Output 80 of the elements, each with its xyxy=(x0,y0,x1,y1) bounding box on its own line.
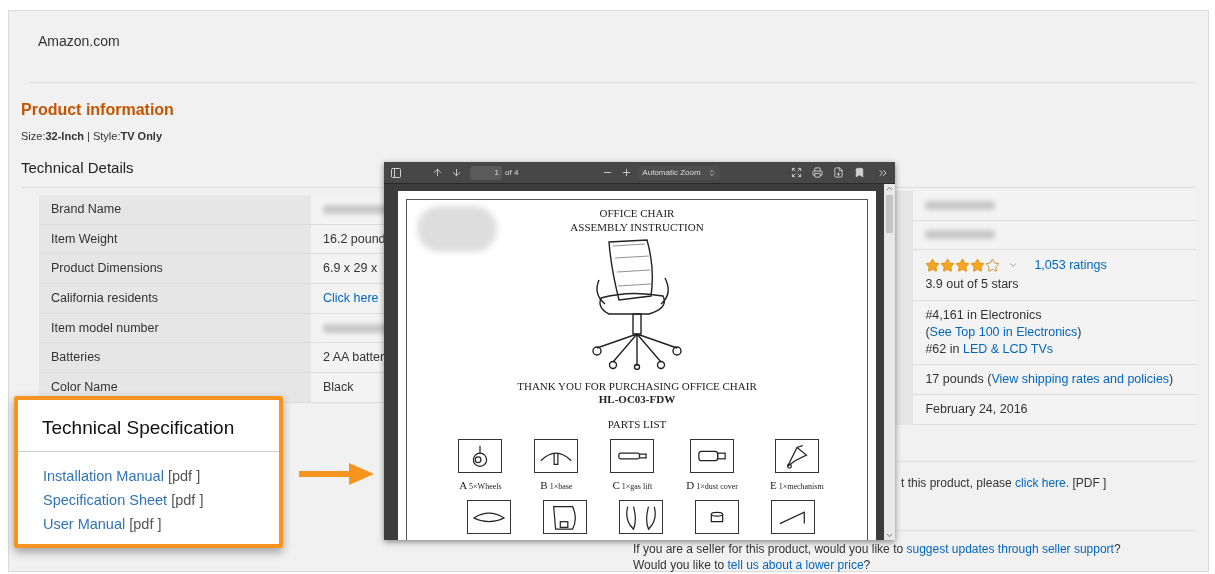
document-entry: Specification Sheet [pdf ] xyxy=(43,490,205,510)
seller-text: Would you like to tell us about a lower price? xyxy=(633,556,872,573)
star-icon xyxy=(940,257,956,273)
zoom-in-icon[interactable] xyxy=(621,167,633,178)
select-caret-icon xyxy=(708,168,717,177)
details-title: Technical Details xyxy=(21,157,134,178)
page-number-field[interactable]: 1 xyxy=(470,165,502,180)
part-icon xyxy=(690,438,735,473)
arrow-icon xyxy=(299,463,374,485)
part-icon xyxy=(534,438,579,473)
page-count: of 4 xyxy=(505,166,519,179)
part-icon xyxy=(771,500,815,534)
document-entry: Installation Manual [pdf ] xyxy=(43,466,202,486)
document-title: OFFICE CHAIR xyxy=(599,206,675,220)
star-icon xyxy=(925,257,941,273)
link[interactable]: Click here xyxy=(323,289,379,308)
blurred-text xyxy=(925,230,996,240)
scrollbar[interactable] xyxy=(884,184,895,540)
detail-label: Brand Name xyxy=(39,195,311,225)
detail-label: Product Dimensions xyxy=(39,254,311,285)
fullscreen-icon[interactable] xyxy=(791,167,802,178)
part-icon xyxy=(467,500,511,534)
site-title: Amazon.com xyxy=(38,32,121,51)
part-label: E 1×mechanism xyxy=(769,477,824,493)
link[interactable]: tell us about a lower price xyxy=(727,557,864,572)
bookmark-icon[interactable] xyxy=(854,167,865,178)
previous-page-icon[interactable] xyxy=(432,167,443,178)
document-title: ASSEMBLY INSTRUCTION xyxy=(570,220,704,234)
star-icon xyxy=(985,257,1001,273)
detail-label: Item model number xyxy=(39,313,311,344)
download-icon[interactable] xyxy=(833,167,844,178)
part-icon xyxy=(619,500,663,534)
sidebar-toggle-icon[interactable] xyxy=(390,166,402,179)
star-icon xyxy=(970,257,986,273)
detail-value: #62 in LED & LCD TVs xyxy=(925,340,1054,358)
link[interactable]: LED & LCD TVs xyxy=(962,341,1053,356)
ratings-link[interactable]: 1,053 ratings xyxy=(1034,256,1107,275)
print-icon[interactable] xyxy=(812,167,823,178)
part-label: C 1×gas lift xyxy=(612,477,653,493)
thanks-heading: THANK YOU FOR PURCHASING OFFICE CHAIR xyxy=(517,380,757,393)
part-icon xyxy=(774,438,819,473)
variation-line: Size:32-Inch | Style:TV Only xyxy=(21,129,164,144)
detail-value: 6.9 x 29 x xyxy=(323,260,378,278)
next-page-icon[interactable] xyxy=(451,167,462,178)
seller-text: If you are a seller for this product, would you like to suggest updates through seller support? xyxy=(633,540,1122,557)
link[interactable]: click here. xyxy=(1015,475,1070,490)
scrollbar-thumb[interactable] xyxy=(886,195,893,233)
part-icon xyxy=(458,438,503,473)
part-icon xyxy=(610,438,655,473)
detail-value: 2 AA batter xyxy=(323,349,385,367)
detail-value: February 24, 2016 xyxy=(925,400,1028,418)
card-title: Technical Specification xyxy=(18,400,279,452)
link[interactable]: View shipping rates and policies xyxy=(991,371,1170,386)
blurred-text xyxy=(925,200,996,210)
detail-value: Black xyxy=(323,379,354,397)
rating-caption: 3.9 out of 5 stars xyxy=(925,275,1020,293)
link[interactable]: See Top 100 in Electronics xyxy=(929,324,1078,339)
link[interactable]: suggest updates through seller support xyxy=(906,541,1114,556)
document-entry: User Manual [pdf ] xyxy=(43,514,163,534)
detail-label: Item Weight xyxy=(39,224,311,255)
model-number: HL-OC03-FDW xyxy=(598,393,676,406)
part-label: B 1×base xyxy=(540,477,573,493)
part-label: A 5×Wheels xyxy=(459,477,502,493)
parts-list-heading: PARTS LIST xyxy=(607,417,667,432)
part-label: D 1×dust cover xyxy=(686,477,738,493)
part-icon xyxy=(695,500,739,534)
detail-label: California residents xyxy=(39,284,311,314)
zoom-select[interactable]: Automatic Zoom xyxy=(638,165,721,180)
document-link[interactable]: Specification Sheet xyxy=(43,491,168,508)
section-title: Product information xyxy=(21,100,175,120)
document-link[interactable]: User Manual xyxy=(43,515,126,532)
part-icon xyxy=(543,500,587,534)
scroll-up-icon[interactable] xyxy=(885,184,894,193)
detail-label: Batteries xyxy=(39,343,311,374)
star-icon xyxy=(955,257,971,273)
detail-value: 17 pounds (View shipping rates and policies) xyxy=(925,370,1174,388)
document-link[interactable]: Installation Manual xyxy=(43,467,164,484)
detail-value: #4,161 in Electronics (See Top 100 in Electronics) xyxy=(925,306,1083,341)
scroll-down-icon[interactable] xyxy=(885,531,894,540)
feedback-text: t this product, please click here. [PDF ] xyxy=(901,474,1108,492)
